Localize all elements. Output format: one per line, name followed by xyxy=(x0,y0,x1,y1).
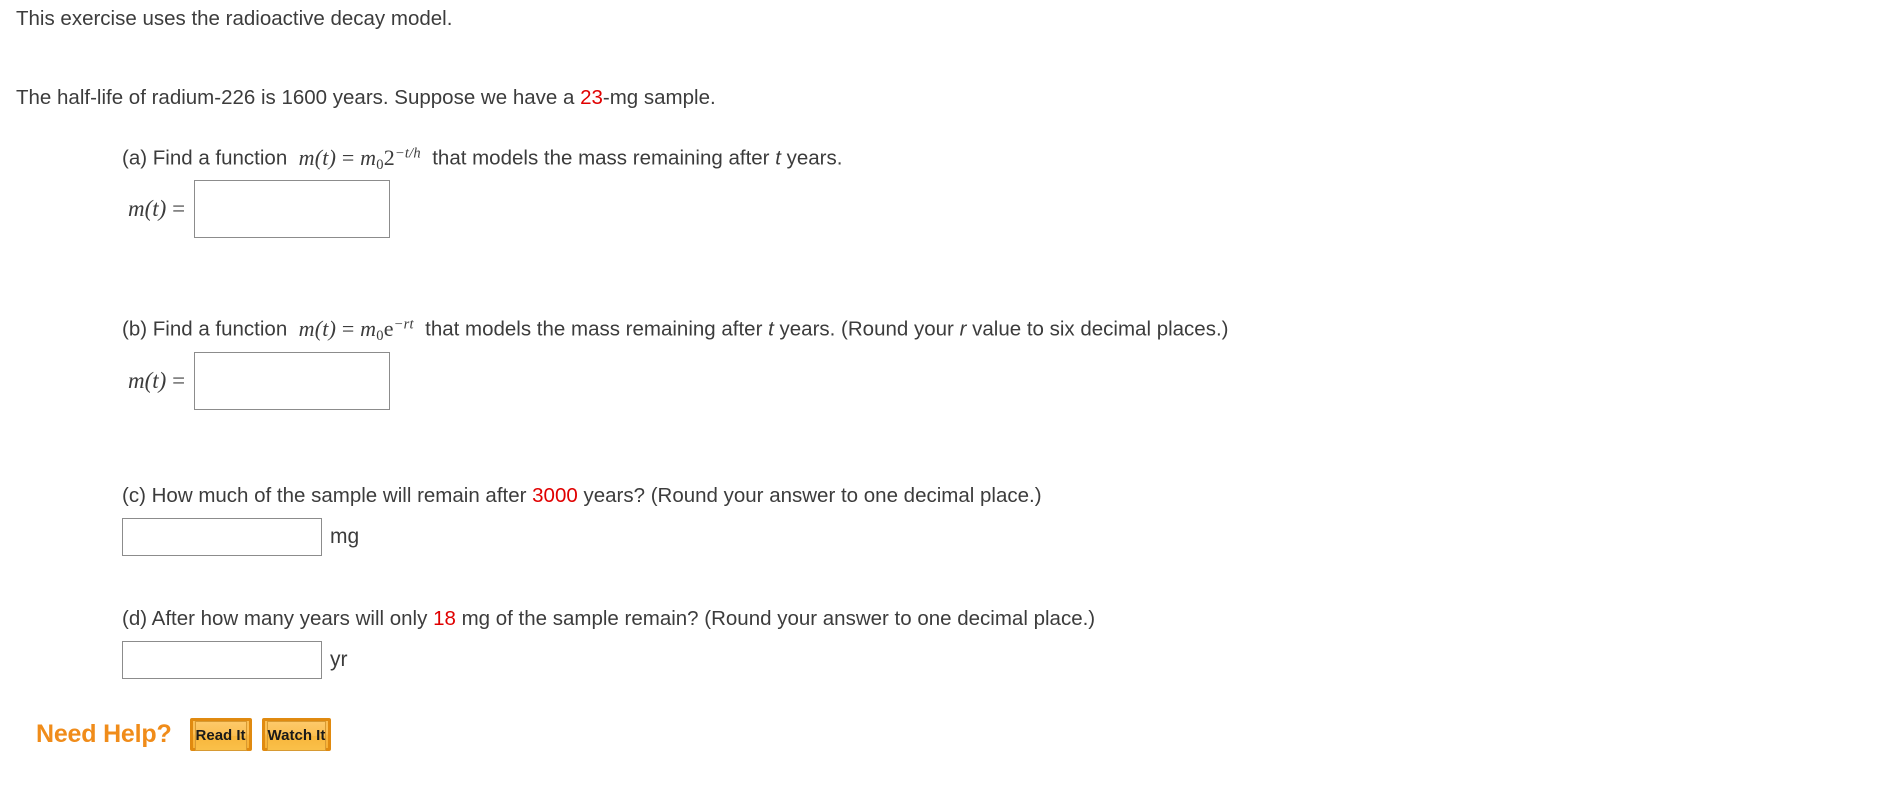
part-c-highlight-value: 3000 xyxy=(532,484,578,507)
part-a-answer-label-fn: m(t) xyxy=(128,196,167,221)
part-b-answer-label: m(t) = xyxy=(128,368,185,394)
part-b-formula-exponent: −rt xyxy=(393,316,414,332)
part-b-formula-base-var: m xyxy=(360,315,377,341)
part-b-formula-equals: = xyxy=(341,315,355,341)
part-c-unit-label: mg xyxy=(330,525,360,548)
part-a-text-after: that models the mass remaining after xyxy=(432,146,770,170)
exercise-stem-text: The half-life of radium-226 is 1600 year… xyxy=(16,85,716,111)
part-a-answer-input[interactable] xyxy=(194,180,391,238)
part-a-formula-base-subscript: 0 xyxy=(376,156,384,173)
part-c-text-before: How much of the sample will remain after xyxy=(151,484,527,507)
part-c-label: (c) xyxy=(122,484,146,507)
stem-text-after: -mg sample. xyxy=(602,86,716,109)
exercise-page: This exercise uses the radioactive decay… xyxy=(0,0,1904,802)
part-c-prompt: (c) How much of the sample will remain a… xyxy=(122,483,1042,509)
need-help-title: Need Help? xyxy=(36,720,172,748)
exercise-intro-text: This exercise uses the radioactive decay… xyxy=(16,7,453,30)
part-d-answer-input[interactable] xyxy=(122,641,322,679)
part-c-answer-input[interactable] xyxy=(122,518,322,556)
part-a-prompt: (a) Find a function m(t) = m02−t/h that … xyxy=(122,140,842,178)
read-it-button-label: Read It xyxy=(194,721,247,751)
part-a-text-tail: years. xyxy=(786,146,843,170)
part-b-text-tail: years. (Round your xyxy=(779,317,954,341)
stem-highlight-value: 23 xyxy=(580,86,603,109)
part-a-formula-equals: = xyxy=(341,144,355,170)
part-b-answer-label-fn: m(t) xyxy=(128,368,167,393)
part-a-formula-base-var: m xyxy=(360,144,377,170)
part-a-variable-t: t xyxy=(775,146,781,170)
part-c-text-after: years? (Round your answer to one decimal… xyxy=(583,484,1042,507)
part-b-text-before: Find a function xyxy=(152,317,288,341)
part-b-formula: m(t) = m0e−rt xyxy=(298,315,414,344)
watch-it-button[interactable]: Watch It xyxy=(261,718,332,751)
part-d-text-before: After how many years will only xyxy=(151,607,428,630)
part-a-answer-row: m(t) = xyxy=(128,180,391,238)
part-b-formula-function: m(t) xyxy=(298,315,337,341)
part-d-prompt: (d) After how many years will only 18 mg… xyxy=(122,606,1095,632)
part-b-answer-row: m(t) = xyxy=(128,352,391,410)
part-b-text-after: that models the mass remaining after xyxy=(425,317,763,341)
part-b-variable-t: t xyxy=(768,317,774,341)
part-a-formula-mantissa: 2 xyxy=(383,144,395,170)
watch-it-button-label: Watch It xyxy=(266,721,327,751)
need-help-bar: Need Help? Read It Watch It xyxy=(36,718,341,751)
part-b-prompt: (b) Find a function m(t) = m0e−rt that m… xyxy=(122,311,1228,349)
part-d-answer-row: yr xyxy=(122,641,348,679)
part-d-label: (d) xyxy=(122,607,148,630)
part-a-answer-label-equals: = xyxy=(172,196,186,221)
part-b-answer-input[interactable] xyxy=(194,352,391,410)
part-d-highlight-value: 18 xyxy=(433,607,456,630)
part-b-formula-mantissa: e xyxy=(383,315,394,341)
part-a-formula: m(t) = m02−t/h xyxy=(298,144,421,173)
stem-text-before: The half-life of radium-226 is 1600 year… xyxy=(16,86,581,109)
part-b-text-tail2: value to six decimal places.) xyxy=(972,317,1229,341)
part-a-formula-exponent: −t/h xyxy=(394,145,421,161)
part-a-answer-label: m(t) = xyxy=(128,196,185,222)
part-d-text-after: mg of the sample remain? (Round your ans… xyxy=(461,607,1096,630)
part-b-answer-label-equals: = xyxy=(172,368,186,393)
part-a-formula-function: m(t) xyxy=(298,144,337,170)
part-c-answer-row: mg xyxy=(122,518,359,556)
part-a-text-before: Find a function xyxy=(152,146,288,170)
part-b-formula-base-subscript: 0 xyxy=(376,327,384,344)
read-it-button[interactable]: Read It xyxy=(189,718,252,751)
part-b-variable-r: r xyxy=(959,317,967,341)
part-a-label: (a) xyxy=(122,146,148,170)
part-d-unit-label: yr xyxy=(330,648,348,671)
part-b-label: (b) xyxy=(122,317,148,341)
